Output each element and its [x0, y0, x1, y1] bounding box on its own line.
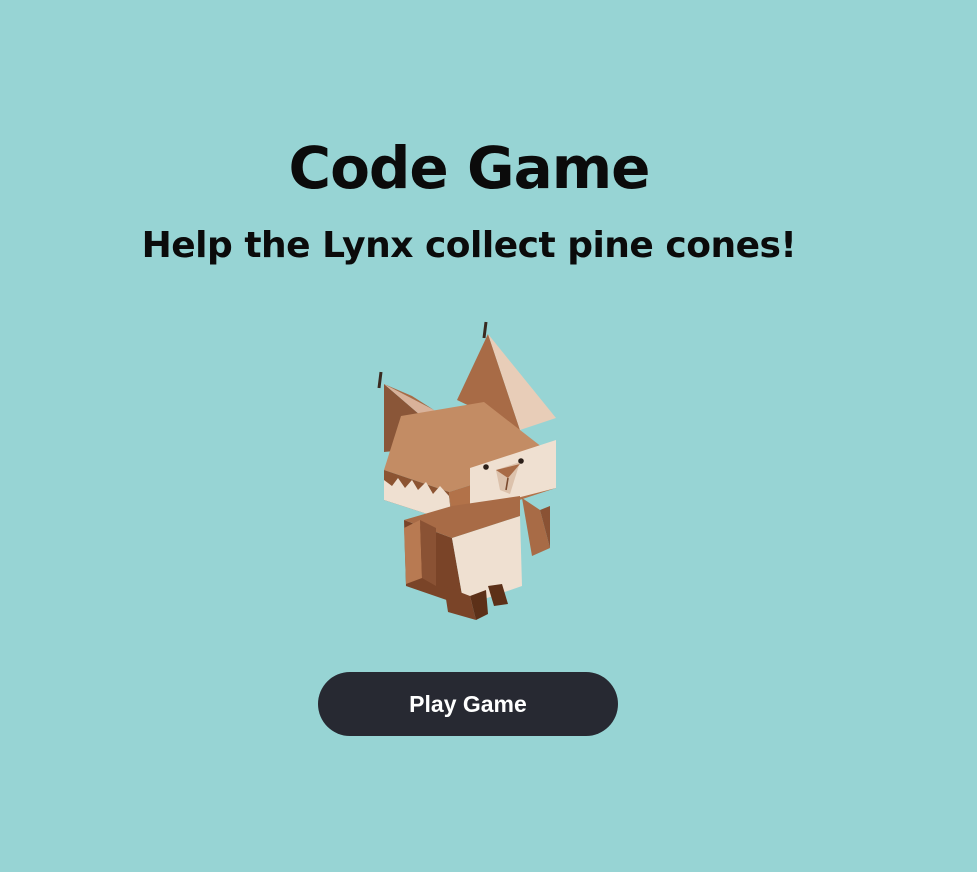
lynx-mascot-icon — [370, 316, 570, 626]
page-subtitle: Help the Lynx collect pine cones! — [141, 225, 797, 266]
page-title: Code Game — [288, 134, 651, 202]
play-game-button[interactable]: Play Game — [318, 672, 618, 736]
